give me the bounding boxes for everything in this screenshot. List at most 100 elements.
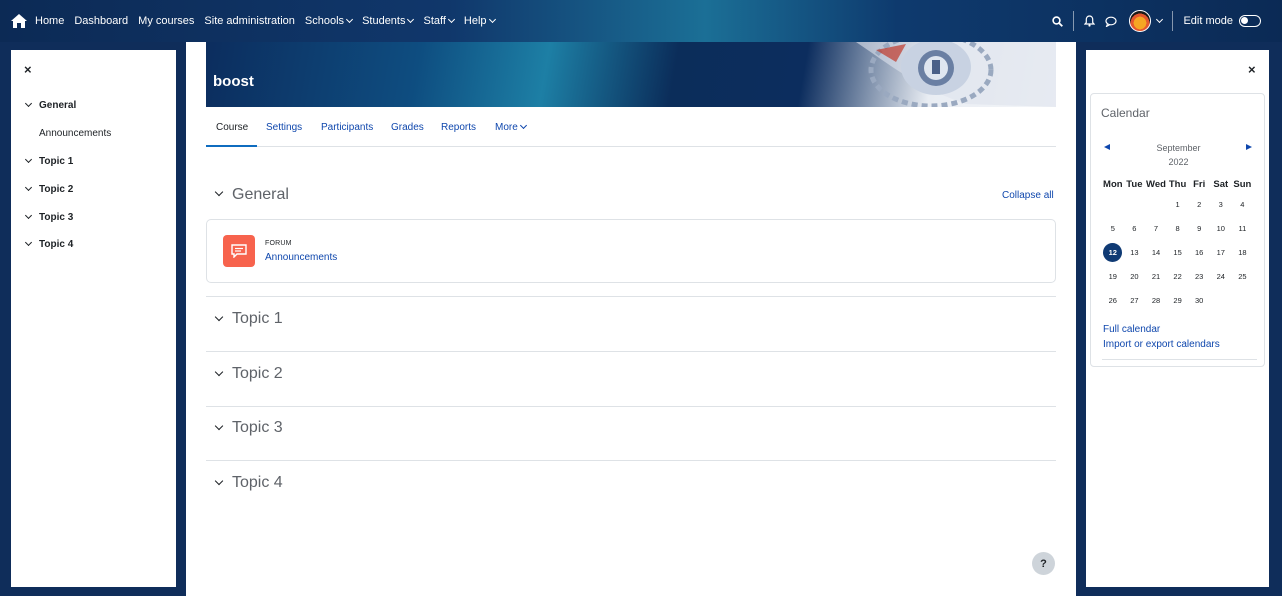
nav-divider [1073,11,1075,31]
course-index-item-general[interactable]: General [24,99,76,111]
section-general-header[interactable]: General [206,186,1056,210]
nav-students[interactable]: Students [362,15,415,27]
weekday-header: Fri [1193,178,1206,190]
calendar-month: September [1156,143,1201,153]
tab-grades[interactable]: Grades [391,122,424,133]
tab-more[interactable]: More [495,121,527,133]
collapse-all-link[interactable]: Collapse all [1002,190,1054,201]
calendar-day[interactable]: 9 [1188,216,1210,240]
activity-type-label: FORUM [265,240,292,247]
calendar-day[interactable]: 14 [1145,240,1167,264]
calendar-day[interactable]: 22 [1167,264,1189,288]
calendar-day[interactable]: 29 [1167,288,1189,312]
edit-mode-toggle[interactable] [1239,15,1261,27]
calendar-day[interactable]: 15 [1167,240,1189,264]
chevron-down-icon[interactable] [1156,15,1164,23]
calendar-day [1124,192,1146,216]
nav-schools[interactable]: Schools [304,15,354,27]
calendar-day[interactable]: 21 [1145,264,1167,288]
calendar-day[interactable]: 26 [1102,288,1124,312]
tab-course[interactable]: Course [216,122,248,133]
search-icon[interactable] [1052,15,1064,27]
calendar-day[interactable]: 4 [1232,192,1254,216]
chevron-down-icon[interactable] [214,312,224,322]
calendar-day[interactable]: 3 [1210,192,1232,216]
calendar-day[interactable]: 5 [1102,216,1124,240]
calendar-day[interactable]: 11 [1232,216,1254,240]
calendar-day[interactable]: 27 [1124,288,1146,312]
calendar-day[interactable]: 1 [1167,192,1189,216]
section-title: Topic 1 [232,310,283,327]
section-topic-3-header[interactable]: Topic 3 [206,419,1056,443]
calendar-day[interactable]: 8 [1167,216,1189,240]
course-header-banner: boost [206,42,1056,107]
course-index-item-topic-2[interactable]: Topic 2 [24,183,74,195]
calendar-day[interactable]: 13 [1124,240,1146,264]
import-export-calendars-link[interactable]: Import or export calendars [1103,339,1220,350]
calendar-day-today[interactable]: 12 [1102,240,1124,264]
section-topic-1-header[interactable]: Topic 1 [206,310,1056,334]
chevron-down-icon[interactable] [214,421,224,431]
calendar-day[interactable]: 24 [1210,264,1232,288]
calendar-day[interactable]: 20 [1124,264,1146,288]
messages-icon[interactable] [1105,16,1118,27]
course-title: boost [213,73,254,90]
tab-participants[interactable]: Participants [321,122,373,133]
calendar-divider [1102,359,1257,360]
section-divider [206,296,1056,297]
weekday-header: Wed [1146,178,1166,190]
calendar-day[interactable]: 23 [1188,264,1210,288]
tab-settings[interactable]: Settings [266,122,302,133]
course-index-label: Topic 3 [39,212,74,223]
close-icon[interactable]: × [24,62,32,77]
course-index-item-topic-3[interactable]: Topic 3 [24,211,74,223]
help-button[interactable]: ? [1032,552,1055,575]
section-divider [206,406,1056,407]
nav-site-administration[interactable]: Site administration [204,15,295,27]
calendar-day[interactable]: 2 [1188,192,1210,216]
calendar-day[interactable]: 7 [1145,216,1167,240]
calendar-day[interactable]: 25 [1232,264,1254,288]
weekday-header: Mon [1103,178,1123,190]
weekday-header: Tue [1126,178,1143,190]
calendar-day[interactable]: 30 [1188,288,1210,312]
calendar-day[interactable]: 28 [1145,288,1167,312]
nav-schools-label: Schools [304,15,345,27]
section-divider [206,460,1056,461]
full-calendar-link[interactable]: Full calendar [1103,324,1160,335]
course-index-label: Topic 2 [39,184,74,195]
nav-home[interactable]: Home [35,15,64,27]
calendar-day[interactable]: 17 [1210,240,1232,264]
close-icon[interactable]: × [1248,62,1256,77]
course-index-item-topic-1[interactable]: Topic 1 [24,155,73,167]
calendar-day[interactable]: 10 [1210,216,1232,240]
course-index-item-topic-4[interactable]: Topic 4 [24,238,73,250]
nav-my-courses[interactable]: My courses [138,15,194,27]
nav-help[interactable]: Help [464,15,496,27]
avatar[interactable] [1129,10,1152,32]
section-topic-4-header[interactable]: Topic 4 [206,474,1056,498]
nav-staff-label: Staff [423,15,446,27]
calendar-day[interactable]: 18 [1232,240,1254,264]
forum-icon [223,235,255,267]
calendar-day [1102,192,1124,216]
bell-icon[interactable] [1084,15,1096,27]
course-index-drawer: × General Announcements Topic 1 Topic 2 … [11,50,176,587]
calendar-day[interactable]: 6 [1124,216,1146,240]
active-tab-indicator [206,145,257,147]
chevron-down-icon[interactable] [214,476,224,486]
edit-mode-label: Edit mode [1183,15,1233,27]
section-title: Topic 2 [232,365,283,382]
tab-reports[interactable]: Reports [441,122,476,133]
course-index-item-announcements[interactable]: Announcements [39,128,111,139]
calendar-day[interactable]: 19 [1102,264,1124,288]
nav-staff[interactable]: Staff [423,15,455,27]
calendar-day[interactable]: 16 [1188,240,1210,264]
home-icon[interactable] [11,14,27,28]
nav-dashboard[interactable]: Dashboard [74,15,128,27]
chevron-down-icon[interactable] [214,187,224,197]
chevron-down-icon[interactable] [214,367,224,377]
activity-link[interactable]: Announcements [265,252,337,263]
section-topic-2-header[interactable]: Topic 2 [206,365,1056,389]
school-crest-image [856,42,1056,107]
